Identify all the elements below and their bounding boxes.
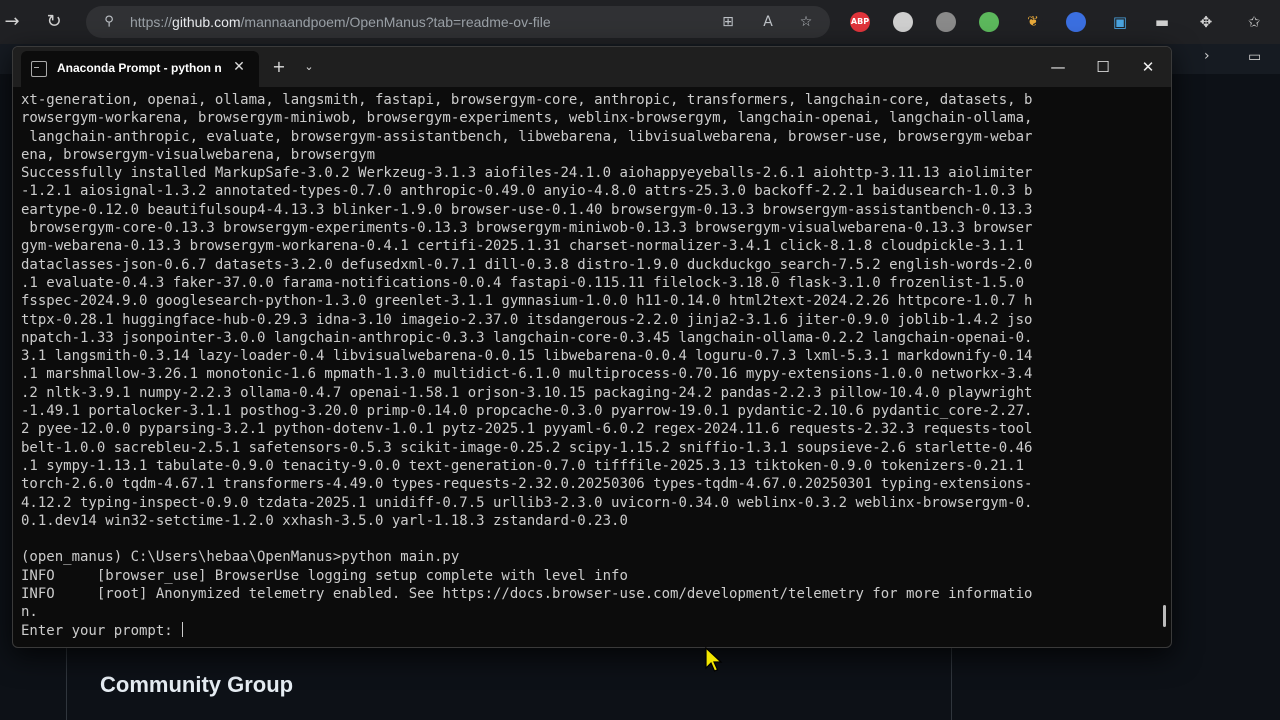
terminal-line: 2 pyee-12.0.0 pyparsing-3.2.1 python-dot… <box>21 421 1033 438</box>
close-tab-icon[interactable]: ✕ <box>229 57 249 77</box>
adblock-plus-icon[interactable]: ABP <box>850 12 870 32</box>
close-window-button[interactable]: ✕ <box>1133 53 1163 81</box>
screenshot-extension-icon[interactable]: ▣ <box>1110 12 1130 32</box>
minimize-button[interactable]: — <box>1043 53 1073 81</box>
terminal-line: xt-generation, openai, ollama, langsmith… <box>21 92 1033 108</box>
terminal-titlebar[interactable]: Anaconda Prompt - python n ✕ + ⌄ — ☐ ✕ <box>13 47 1171 87</box>
extension-icon[interactable] <box>936 12 956 32</box>
terminal-line: browsergym-core-0.13.3 browsergym-experi… <box>21 220 1033 237</box>
terminal-line: eartype-0.12.0 beautifulsoup4-4.13.3 bli… <box>21 201 1033 218</box>
forward-arrow-icon[interactable]: → <box>0 10 24 34</box>
terminal-line: langchain-anthropic, evaluate, browsergy… <box>21 128 1033 145</box>
reload-icon[interactable]: ↻ <box>42 10 66 34</box>
terminal-line: torch-2.6.0 tqdm-4.67.1 transformers-4.4… <box>21 476 1033 493</box>
terminal-line: (open_manus) C:\Users\hebaa\OpenManus>py… <box>21 549 460 566</box>
terminal-output[interactable]: xt-generation, openai, ollama, langsmith… <box>21 91 1153 643</box>
extension-icon[interactable]: ▬ <box>1152 12 1172 32</box>
terminal-line: .1 sympy-1.13.1 tabulate-0.9.0 tenacity-… <box>21 457 1025 474</box>
tab-title: Anaconda Prompt - python n <box>57 61 222 75</box>
terminal-line: -1.2.1 aiosignal-1.3.2 annotated-types-0… <box>21 183 1033 200</box>
chevron-right-icon[interactable]: › <box>1204 48 1210 64</box>
terminal-line: -1.49.1 portalocker-3.1.1 posthog-3.20.0… <box>21 403 1033 420</box>
extension-icon[interactable] <box>1066 12 1086 32</box>
terminal-icon <box>31 61 47 77</box>
terminal-line: npatch-1.33 jsonpointer-3.0.0 langchain-… <box>21 329 1033 346</box>
terminal-line: .2 nltk-3.9.1 numpy-2.2.3 ollama-0.4.7 o… <box>21 384 1033 401</box>
extension-icon[interactable]: ❦ <box>1023 12 1043 32</box>
text-cursor <box>182 621 184 637</box>
terminal-line: Successfully installed MarkupSafe-3.0.2 … <box>21 165 1033 182</box>
browser-toolbar: → ↻ ⚲ https://github.com/mannaandpoem/Op… <box>0 0 1280 44</box>
extensions-puzzle-icon[interactable]: ✥ <box>1196 12 1216 32</box>
prompt-line[interactable]: Enter your prompt: <box>21 621 1153 640</box>
read-aloud-icon[interactable]: A <box>758 12 778 32</box>
terminal-line: .1 evaluate-0.4.3 faker-37.0.0 farama-no… <box>21 274 1025 291</box>
scrollbar-thumb[interactable] <box>1163 605 1166 627</box>
terminal-line: dataclasses-json-0.6.7 datasets-3.2.0 de… <box>21 256 1033 273</box>
terminal-line: fsspec-2024.9.0 googlesearch-python-1.3.… <box>21 293 1033 310</box>
terminal-line: ttpx-0.28.1 huggingface-hub-0.29.3 idna-… <box>21 311 1033 328</box>
terminal-tab[interactable]: Anaconda Prompt - python n ✕ <box>21 51 259 87</box>
readme-heading: Community Group <box>100 672 294 697</box>
maximize-button[interactable]: ☐ <box>1088 53 1118 81</box>
mouse-cursor-icon <box>705 646 723 672</box>
address-bar[interactable]: ⚲ https://github.com/mannaandpoem/OpenMa… <box>86 6 830 38</box>
prompt-label: Enter your prompt: <box>21 622 182 639</box>
folder-icon[interactable]: ▭ <box>1248 48 1261 65</box>
terminal-line: belt-1.0.0 sacrebleu-2.5.1 safetensors-0… <box>21 439 1033 456</box>
terminal-line: 0.1.dev14 win32-setctime-1.2.0 xxhash-3.… <box>21 512 628 529</box>
new-tab-button[interactable]: + <box>267 55 291 79</box>
extension-icon[interactable] <box>893 12 913 32</box>
terminal-line: 3.1 langsmith-0.3.14 lazy-loader-0.4 lib… <box>21 348 1033 365</box>
chevron-down-icon[interactable]: ⌄ <box>297 55 321 79</box>
terminal-line: 4.12.2 typing-inspect-0.9.0 tzdata-2025.… <box>21 494 1033 511</box>
favorites-icon[interactable]: ✩ <box>1244 12 1264 32</box>
terminal-window[interactable]: Anaconda Prompt - python n ✕ + ⌄ — ☐ ✕ x… <box>12 46 1172 648</box>
url-text[interactable]: https://github.com/mannaandpoem/OpenManu… <box>130 14 551 30</box>
terminal-line: INFO [browser_use] BrowserUse logging se… <box>21 567 628 584</box>
extension-icon[interactable] <box>979 12 999 32</box>
terminal-line: .1 marshmallow-3.26.1 monotonic-1.6 mpma… <box>21 366 1033 383</box>
terminal-line: rowsergym-workarena, browsergym-miniwob,… <box>21 110 1033 127</box>
terminal-line: gym-webarena-0.13.3 browsergym-workarena… <box>21 238 1025 255</box>
app-available-icon[interactable]: ⊞ <box>718 12 738 32</box>
favorite-star-icon[interactable]: ☆ <box>796 12 816 32</box>
site-info-icon[interactable]: ⚲ <box>100 13 118 31</box>
terminal-line: n. <box>21 604 38 621</box>
terminal-line: ena, browsergym-visualwebarena, browserg… <box>21 146 376 163</box>
terminal-line: INFO [root] Anonymized telemetry enabled… <box>21 586 1033 603</box>
